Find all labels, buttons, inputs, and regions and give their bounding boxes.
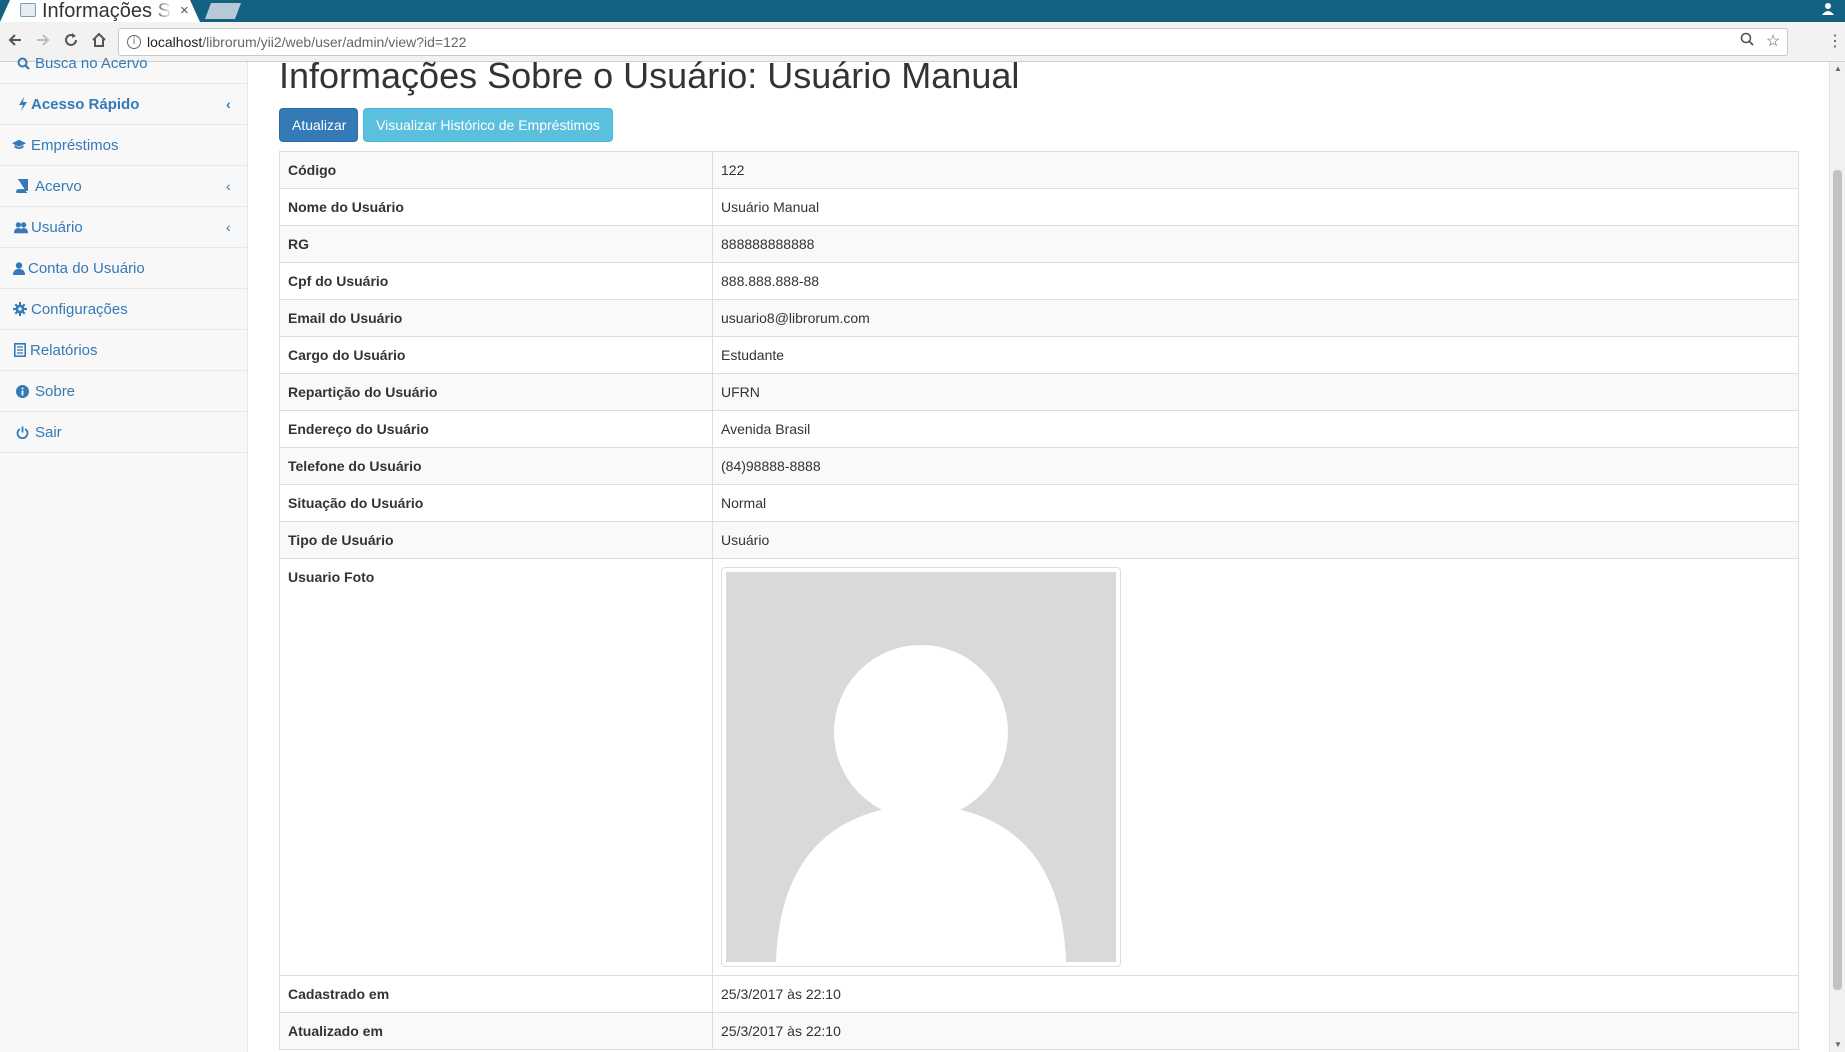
user-photo [721,567,1121,967]
browser-tab-strip: Informações Sobre o Usuário: Usuário Man… [0,0,1845,22]
sidebar-item-emprestimos[interactable]: Empréstimos [0,125,248,166]
table-row: Nome do Usuário Usuário Manual [279,188,1799,226]
row-label: Repartição do Usuário [279,373,713,411]
power-icon [15,425,29,439]
bookmark-star-icon[interactable]: ☆ [1763,32,1783,52]
sidebar-item-sobre[interactable]: Sobre [0,371,248,412]
chevron-left-icon: ‹ [226,178,231,194]
sidebar-item-usuario[interactable]: Usuário ‹ [0,207,248,248]
new-tab-button[interactable] [205,3,241,19]
report-icon [13,343,27,357]
user-icon [12,261,26,275]
row-label: Cargo do Usuário [279,336,713,374]
sidebar-item-label: Empréstimos [31,137,119,154]
profile-icon[interactable] [1821,2,1837,18]
row-label: Tipo de Usuário [279,521,713,559]
row-label: Endereço do Usuário [279,410,713,448]
sidebar-item-relatorios[interactable]: Relatórios [0,330,248,371]
browser-menu-icon[interactable]: ⋮ [1827,32,1843,52]
sidebar-item-acervo[interactable]: Acervo ‹ [0,166,248,207]
row-value-photo [712,558,1799,976]
row-value: 888888888888 [712,225,1799,263]
sidebar-item-configuracoes[interactable]: Configurações [0,289,248,330]
info-circle-icon [15,384,29,398]
sidebar-item-label: Sair [35,424,62,441]
sidebar-item-label: Acesso Rápido [31,96,140,113]
row-value: Avenida Brasil [712,410,1799,448]
sidebar-item-label: Conta do Usuário [28,260,145,277]
row-value: 888.888.888-88 [712,262,1799,300]
sidebar-item-busca-no-acervo[interactable]: Busca no Acervo [0,43,248,84]
row-value: Normal [712,484,1799,522]
table-row: Cargo do Usuário Estudante [279,336,1799,374]
sidebar-item-label: Busca no Acervo [35,55,148,72]
table-row: Repartição do Usuário UFRN [279,373,1799,411]
row-value: Usuário [712,521,1799,559]
loan-history-button[interactable]: Visualizar Histórico de Empréstimos [363,108,613,142]
tab-close-icon[interactable]: × [180,2,189,20]
table-row: Tipo de Usuário Usuário [279,521,1799,559]
row-value: 25/3/2017 às 22:10 [712,1012,1799,1050]
row-value: Estudante [712,336,1799,374]
sidebar-item-sair[interactable]: Sair [0,412,248,453]
user-detail-table: Código 122 Nome do Usuário Usuário Manua… [279,151,1799,1050]
scroll-down-icon[interactable]: ▼ [1833,1040,1843,1050]
row-value: 122 [712,151,1799,189]
sidebar-item-acesso-rapido[interactable]: Acesso Rápido ‹ [0,84,248,125]
users-icon [14,220,28,234]
sidebar-item-label: Relatórios [30,342,98,359]
sidebar-item-label: Acervo [35,178,82,195]
zoom-icon[interactable] [1737,32,1757,52]
tab-title: Informações Sobre o Usuário: Usuário Man… [42,0,172,22]
gear-icon [13,302,27,316]
page-scrollbar[interactable]: ▲ ▼ [1829,62,1845,1052]
table-row: Situação do Usuário Normal [279,484,1799,522]
row-label: Situação do Usuário [279,484,713,522]
chevron-left-icon: ‹ [226,219,231,235]
row-label: Nome do Usuário [279,188,713,226]
sidebar: Busca no Acervo Acesso Rápido ‹ Emprésti… [0,55,248,1052]
bolt-icon [16,97,30,111]
main-content: Informações Sobre o Usuário: Usuário Man… [249,55,1829,1052]
table-row: Telefone do Usuário (84)98888-8888 [279,447,1799,485]
graduation-cap-icon [12,138,26,152]
chevron-left-icon: ‹ [226,96,231,112]
sidebar-item-label: Configurações [31,301,128,318]
table-row: Usuario Foto [279,558,1799,976]
update-button[interactable]: Atualizar [279,108,358,142]
row-value: usuario8@librorum.com [712,299,1799,337]
page-title: Informações Sobre o Usuário: Usuário Man… [279,55,1020,96]
table-row: Email do Usuário usuario8@librorum.com [279,299,1799,337]
search-icon [16,56,30,70]
row-label: Cpf do Usuário [279,262,713,300]
row-label: Atualizado em [279,1012,713,1050]
avatar-placeholder-icon [726,572,1116,962]
row-label: Cadastrado em [279,975,713,1013]
book-icon [15,179,29,193]
row-value: 25/3/2017 às 22:10 [712,975,1799,1013]
row-label: Código [279,151,713,189]
table-row: Endereço do Usuário Avenida Brasil [279,410,1799,448]
page-favicon-icon [20,3,36,17]
row-label: Telefone do Usuário [279,447,713,485]
table-row: RG 888888888888 [279,225,1799,263]
scroll-up-icon[interactable]: ▲ [1833,64,1843,74]
table-row: Código 122 [279,151,1799,189]
sidebar-item-conta-do-usuario[interactable]: Conta do Usuário [0,248,248,289]
table-row: Atualizado em 25/3/2017 às 22:10 [279,1012,1799,1050]
sidebar-item-label: Usuário [31,219,83,236]
table-row: Cadastrado em 25/3/2017 às 22:10 [279,975,1799,1013]
row-value: UFRN [712,373,1799,411]
address-bar[interactable]: i localhost/librorum/yii2/web/user/admin… [118,28,1788,56]
row-value: (84)98888-8888 [712,447,1799,485]
row-label: Usuario Foto [279,558,713,976]
row-label: RG [279,225,713,263]
scroll-thumb[interactable] [1833,170,1842,990]
browser-tab[interactable]: Informações Sobre o Usuário: Usuário Man… [0,0,200,22]
table-row: Cpf do Usuário 888.888.888-88 [279,262,1799,300]
row-value: Usuário Manual [712,188,1799,226]
sidebar-item-label: Sobre [35,383,76,400]
row-label: Email do Usuário [279,299,713,337]
